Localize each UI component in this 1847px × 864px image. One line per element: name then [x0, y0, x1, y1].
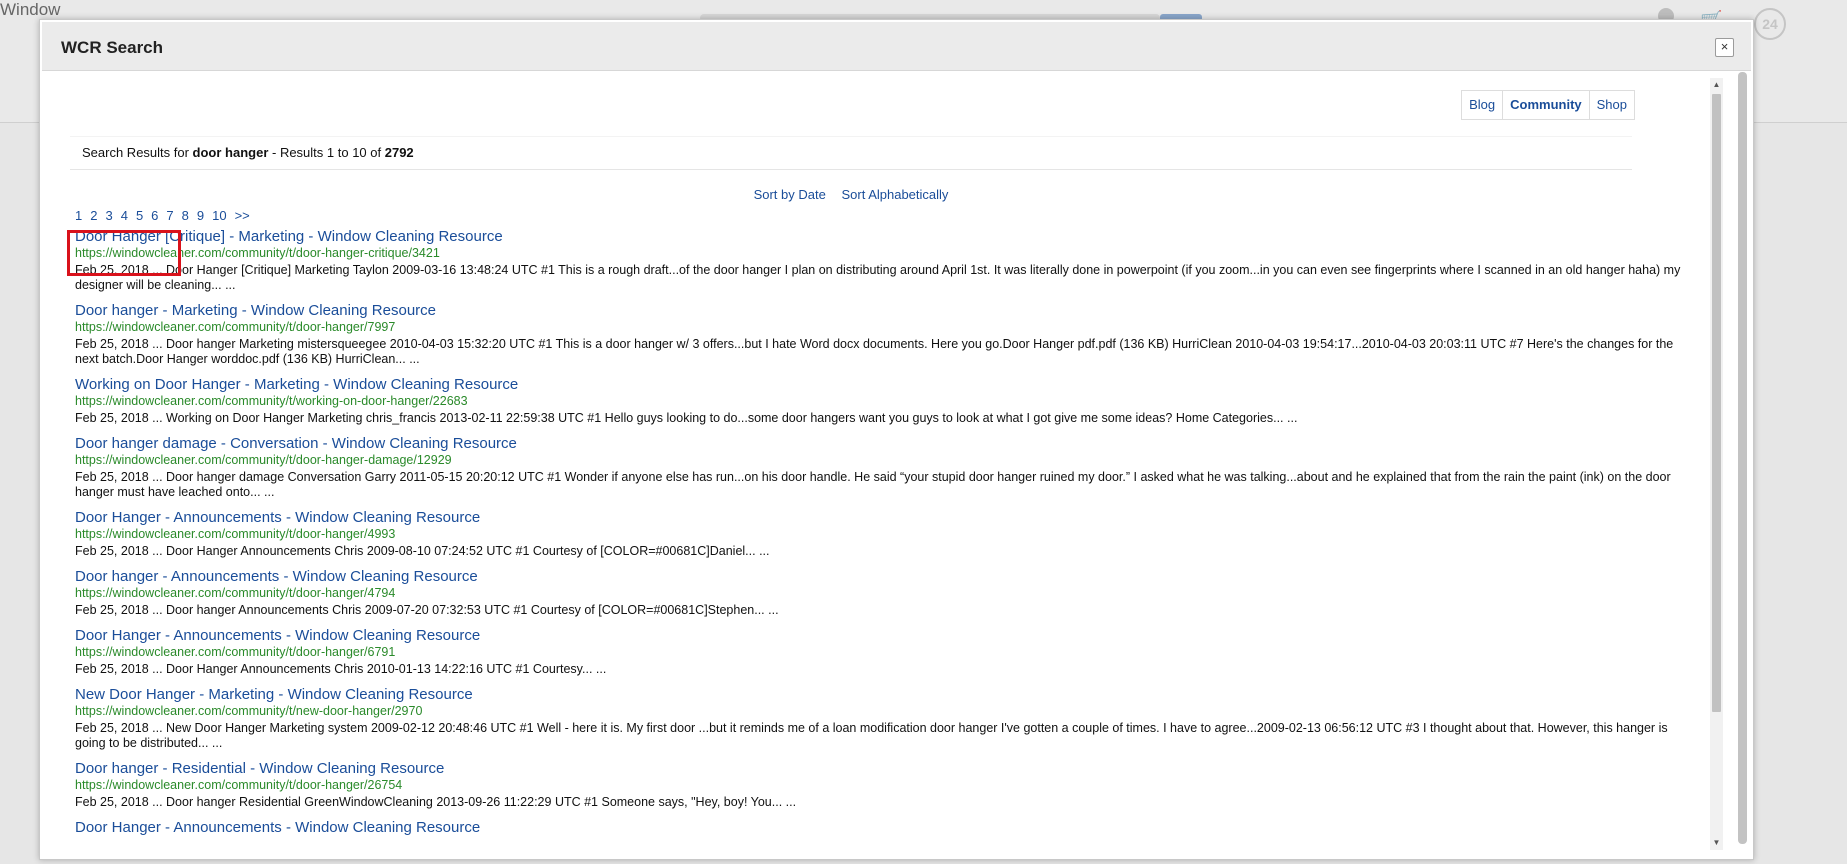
- page-link-3[interactable]: 3: [105, 208, 112, 223]
- result-url: https://windowcleaner.com/community/t/do…: [75, 527, 396, 541]
- result-title-link[interactable]: Door hanger damage - Conversation - Wind…: [75, 435, 1690, 453]
- sort-alphabetically-link[interactable]: Sort Alphabetically: [841, 187, 948, 202]
- notification-badge: 24: [1754, 8, 1786, 40]
- summary-prefix: Search Results for: [82, 145, 193, 160]
- result-title-link[interactable]: Door Hanger - Announcements - Window Cle…: [75, 819, 1690, 837]
- pagination: 1 2 3 4 5 6 7 8 9 10 >>: [75, 208, 258, 223]
- result-title-link[interactable]: Working on Door Hanger - Marketing - Win…: [75, 376, 1690, 394]
- result-snippet: Feb 25, 2018 ... Door Hanger Announcemen…: [75, 544, 770, 558]
- result-url: https://windowcleaner.com/community/t/do…: [75, 320, 396, 334]
- close-icon: ×: [1720, 39, 1729, 54]
- result-title-link[interactable]: Door hanger - Marketing - Window Cleanin…: [75, 302, 1690, 320]
- search-query: door hanger: [192, 145, 269, 160]
- result-item: Door hanger - Marketing - Window Cleanin…: [75, 302, 1690, 367]
- result-item: New Door Hanger - Marketing - Window Cle…: [75, 686, 1690, 751]
- page-scrollbar-thumb[interactable]: [1738, 72, 1747, 844]
- scrollbar-thumb[interactable]: [1712, 94, 1721, 712]
- annotation-highlight-box: [67, 230, 181, 276]
- result-title-link[interactable]: Door hanger - Residential - Window Clean…: [75, 760, 1690, 778]
- results-header: Search Results for door hanger - Results…: [70, 136, 1632, 170]
- tab-community[interactable]: Community: [1502, 90, 1590, 120]
- result-url: https://windowcleaner.com/community/t/do…: [75, 586, 396, 600]
- tab-blog[interactable]: Blog: [1461, 90, 1504, 120]
- sort-options: Sort by Date Sort Alphabetically: [70, 187, 1632, 202]
- page-link-4[interactable]: 4: [121, 208, 128, 223]
- result-item: Working on Door Hanger - Marketing - Win…: [75, 376, 1690, 426]
- modal-title: WCR Search: [61, 38, 164, 57]
- result-title-link[interactable]: Door Hanger - Announcements - Window Cle…: [75, 627, 1690, 645]
- result-url: https://windowcleaner.com/community/t/do…: [75, 453, 452, 467]
- source-tabs: Blog Community Shop: [1461, 90, 1635, 120]
- page-link-8[interactable]: 8: [182, 208, 189, 223]
- results-summary: Search Results for door hanger - Results…: [82, 145, 414, 160]
- result-url: https://windowcleaner.com/community/t/do…: [75, 778, 403, 792]
- summary-middle: - Results 1 to 10 of: [268, 145, 385, 160]
- result-item: Door Hanger - Announcements - Window Cle…: [75, 819, 1690, 837]
- page-link-1[interactable]: 1: [75, 208, 82, 223]
- result-snippet: Feb 25, 2018 ... Door Hanger [Critique] …: [75, 263, 1681, 292]
- page-link-7[interactable]: 7: [166, 208, 173, 223]
- search-results-panel: Blog Community Shop Search Results for d…: [70, 78, 1710, 850]
- close-button[interactable]: ×: [1715, 38, 1734, 57]
- result-url: https://windowcleaner.com/community/t/ne…: [75, 704, 423, 718]
- result-item: Door Hanger - Announcements - Window Cle…: [75, 509, 1690, 559]
- results-total: 2792: [384, 145, 414, 160]
- tab-shop[interactable]: Shop: [1588, 90, 1635, 120]
- page-next-link[interactable]: >>: [235, 208, 250, 223]
- page-link-6[interactable]: 6: [151, 208, 158, 223]
- result-item: Door hanger damage - Conversation - Wind…: [75, 435, 1690, 500]
- page-link-2[interactable]: 2: [90, 208, 97, 223]
- result-item: Door Hanger [Critique] - Marketing - Win…: [75, 228, 1690, 293]
- page-link-9[interactable]: 9: [197, 208, 204, 223]
- result-title-link[interactable]: Door Hanger - Announcements - Window Cle…: [75, 509, 1690, 527]
- scroll-up-arrow-icon[interactable]: ▲: [1710, 78, 1723, 92]
- result-url: https://windowcleaner.com/community/t/wo…: [75, 394, 468, 408]
- result-snippet: Feb 25, 2018 ... Door Hanger Announcemen…: [75, 662, 607, 676]
- result-item: Door Hanger - Announcements - Window Cle…: [75, 627, 1690, 677]
- result-snippet: Feb 25, 2018 ... Door hanger Announcemen…: [75, 603, 779, 617]
- result-snippet: Feb 25, 2018 ... Door hanger Residential…: [75, 795, 797, 809]
- result-item: Door hanger - Announcements - Window Cle…: [75, 568, 1690, 618]
- sort-by-date-link[interactable]: Sort by Date: [754, 187, 826, 202]
- result-title-link[interactable]: Door Hanger [Critique] - Marketing - Win…: [75, 228, 1690, 246]
- page-link-5[interactable]: 5: [136, 208, 143, 223]
- result-item: Door hanger - Residential - Window Clean…: [75, 760, 1690, 810]
- result-url: https://windowcleaner.com/community/t/do…: [75, 645, 396, 659]
- page-link-10[interactable]: 10: [212, 208, 226, 223]
- modal-header: WCR Search ×: [42, 22, 1751, 71]
- result-snippet: Feb 25, 2018 ... Working on Door Hanger …: [75, 411, 1298, 425]
- result-title-link[interactable]: Door hanger - Announcements - Window Cle…: [75, 568, 1690, 586]
- results-list: Door Hanger [Critique] - Marketing - Win…: [75, 228, 1690, 846]
- result-title-link[interactable]: New Door Hanger - Marketing - Window Cle…: [75, 686, 1690, 704]
- scroll-down-arrow-icon[interactable]: ▼: [1710, 836, 1723, 850]
- result-snippet: Feb 25, 2018 ... New Door Hanger Marketi…: [75, 721, 1668, 750]
- result-snippet: Feb 25, 2018 ... Door hanger Marketing m…: [75, 337, 1674, 366]
- results-scrollbar[interactable]: ▲ ▼: [1710, 78, 1723, 850]
- result-url: https://windowcleaner.com/community/t/do…: [75, 246, 440, 260]
- search-modal: WCR Search × Blog Community Shop Search …: [39, 19, 1754, 860]
- result-snippet: Feb 25, 2018 ... Door hanger damage Conv…: [75, 470, 1671, 499]
- site-logo: Window: [0, 0, 61, 19]
